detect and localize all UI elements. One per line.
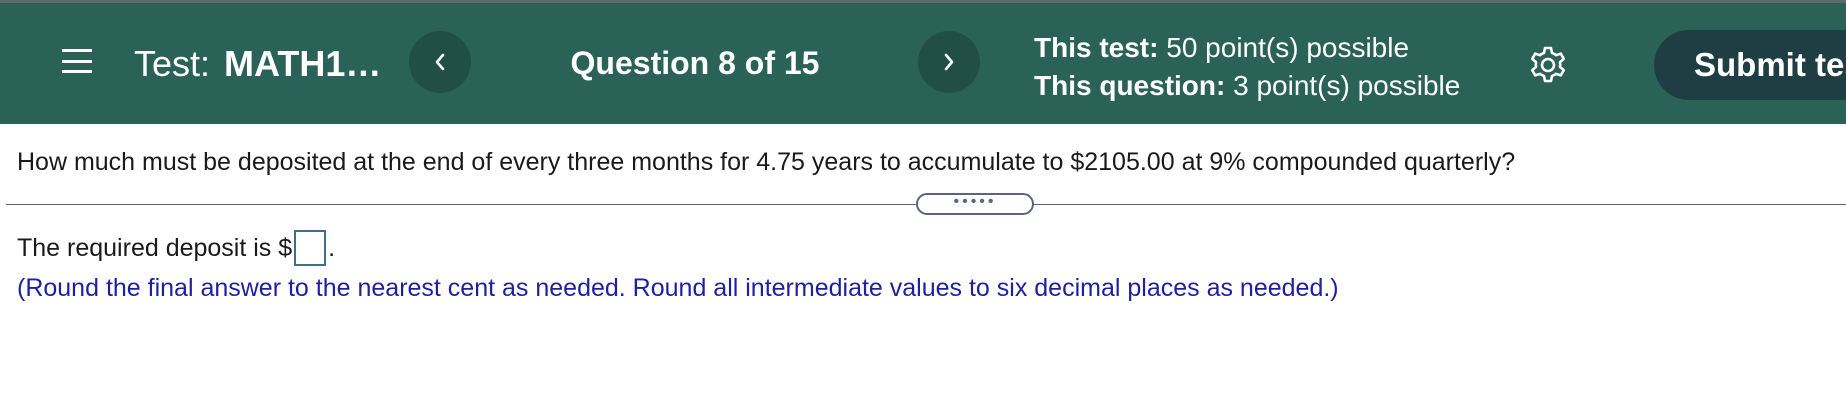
test-points: This test: 50 point(s) possible	[1034, 29, 1460, 67]
answer-prefix: The required deposit is $	[17, 233, 293, 262]
question-points-value: 3 point(s) possible	[1233, 70, 1461, 101]
previous-question-button[interactable]	[409, 31, 471, 93]
test-title: Test: MATH1…	[134, 43, 381, 85]
rounding-instructions: (Round the final answer to the nearest c…	[17, 274, 1339, 302]
menu-bar-line	[62, 70, 92, 73]
test-points-value: 50 point(s) possible	[1166, 32, 1410, 63]
splitter-handle[interactable]: •••••	[916, 193, 1034, 215]
menu-bar-line	[62, 49, 92, 52]
question-points-label: This question:	[1034, 70, 1226, 101]
question-text: How much must be deposited at the end of…	[17, 148, 1516, 176]
menu-icon[interactable]	[62, 49, 92, 73]
points-info: This test: 50 point(s) possible This que…	[1034, 29, 1460, 105]
test-title-name: MATH1…	[224, 43, 382, 84]
next-question-button[interactable]	[918, 31, 980, 93]
chevron-right-icon	[944, 53, 954, 71]
gear-icon[interactable]	[1528, 45, 1568, 85]
menu-bar-line	[62, 59, 92, 63]
answer-line: The required deposit is $ .	[17, 230, 335, 266]
question-counter: Question 8 of 15	[570, 45, 820, 81]
test-points-label: This test:	[1034, 32, 1159, 63]
submit-test-button[interactable]: Submit test	[1654, 30, 1846, 100]
chevron-left-icon	[435, 53, 445, 71]
question-points: This question: 3 point(s) possible	[1034, 67, 1460, 105]
answer-suffix: .	[328, 233, 336, 262]
test-title-prefix: Test:	[134, 43, 211, 84]
deposit-answer-input[interactable]	[294, 230, 327, 266]
top-bar: Test: MATH1… Question 8 of 15 This test: …	[0, 0, 1846, 124]
